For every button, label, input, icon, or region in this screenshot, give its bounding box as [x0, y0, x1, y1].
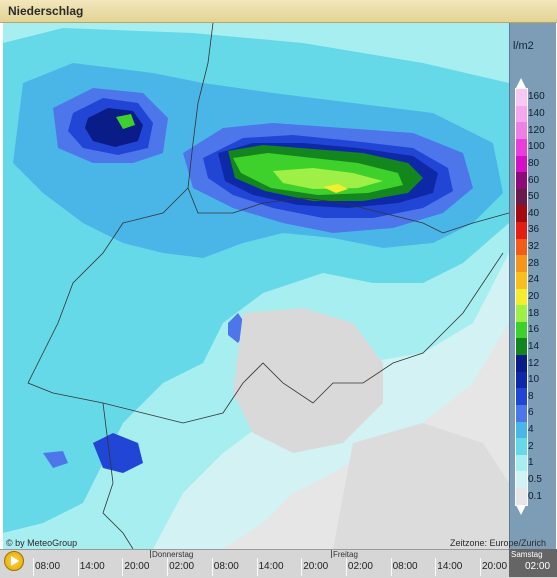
time-tick	[77, 558, 79, 576]
legend-swatch	[516, 188, 527, 206]
precipitation-map[interactable]	[3, 23, 509, 549]
legend-label: 80	[528, 157, 540, 169]
legend-swatch	[516, 471, 527, 488]
legend-label: 40	[528, 207, 540, 219]
time-tick	[122, 558, 124, 576]
credit-text: © by MeteoGroup	[6, 538, 78, 548]
legend-label: 36	[528, 224, 540, 236]
day-tick	[150, 550, 151, 558]
legend-unit: l/m2	[513, 40, 534, 52]
legend-swatch	[516, 371, 527, 389]
play-button[interactable]	[4, 551, 24, 571]
legend-swatch	[516, 438, 527, 455]
time-tick	[301, 558, 303, 576]
legend-label: 18	[528, 307, 540, 319]
legend-swatch	[516, 271, 527, 289]
time-tick	[345, 558, 347, 576]
legend-swatch	[516, 355, 527, 372]
legend-swatch	[516, 321, 527, 339]
legend-swatch	[516, 255, 527, 272]
legend-label: 14	[528, 340, 540, 352]
legend-swatch	[516, 89, 527, 106]
legend-swatch	[516, 155, 527, 173]
legend-swatch	[516, 305, 527, 322]
legend-arrow-up-icon	[516, 78, 526, 88]
legend-colorbar	[515, 88, 528, 506]
precipitation-map-svg	[3, 23, 509, 549]
legend-label: 120	[528, 124, 545, 136]
legend-swatch	[516, 488, 527, 505]
time-tick	[390, 558, 392, 576]
day-label: Donnerstag	[152, 550, 194, 559]
legend-swatch	[516, 205, 527, 222]
legend-swatch	[516, 338, 527, 355]
time-label[interactable]: 02:00	[169, 561, 194, 572]
legend-label: 100	[528, 141, 545, 153]
legend-label: 160	[528, 91, 545, 103]
current-time-label: 02:00	[525, 561, 551, 572]
time-label[interactable]: 02:00	[348, 561, 373, 572]
legend-label: 6	[528, 407, 534, 419]
timezone-text: Zeitzone: Europe/Zurich	[450, 538, 547, 548]
legend-swatch	[516, 222, 527, 239]
time-label[interactable]: 20:00	[482, 561, 507, 572]
legend-label: 12	[528, 357, 540, 369]
time-label[interactable]: 08:00	[393, 561, 418, 572]
time-tick	[435, 558, 437, 576]
time-tick	[211, 558, 213, 576]
legend-label: 32	[528, 241, 540, 253]
legend-swatch	[516, 404, 527, 422]
time-tick	[480, 558, 481, 576]
legend-swatch	[516, 421, 527, 439]
time-label[interactable]: 14:00	[80, 561, 105, 572]
day-label: Samstag	[511, 550, 543, 559]
legend-swatch	[516, 172, 527, 189]
legend-label: 60	[528, 174, 540, 186]
legend-label: 24	[528, 274, 540, 286]
legend-swatch	[516, 122, 527, 139]
title-bar: Niederschlag	[0, 0, 557, 23]
legend-label: 0.5	[528, 474, 542, 486]
legend-swatch	[516, 238, 527, 256]
legend-label: 8	[528, 390, 534, 402]
legend-swatch	[516, 388, 527, 405]
legend-label: 140	[528, 107, 545, 119]
legend-label: 20	[528, 291, 540, 302]
legend-swatch	[516, 105, 527, 123]
legend-swatch	[516, 138, 527, 156]
day-tick	[331, 550, 332, 558]
legend-label: 2	[528, 440, 534, 452]
time-label[interactable]: 20:00	[124, 561, 149, 572]
time-tick	[167, 558, 169, 576]
legend-label: 28	[528, 257, 540, 269]
time-label[interactable]: 20:00	[303, 561, 328, 572]
precipitation-widget: { "title": "Niederschlag", "legend": { "…	[0, 0, 557, 578]
legend-label: 4	[528, 424, 534, 436]
legend-label: 16	[528, 324, 540, 336]
time-tick	[33, 558, 34, 576]
time-label[interactable]: 08:00	[214, 561, 239, 572]
legend-swatch	[516, 288, 527, 306]
time-label[interactable]: 08:00	[35, 561, 60, 572]
time-label[interactable]: 14:00	[259, 561, 284, 572]
map-title: Niederschlag	[8, 4, 84, 18]
time-label[interactable]: 14:00	[437, 561, 462, 572]
legend-swatch	[516, 454, 527, 472]
time-tick	[256, 558, 258, 576]
legend-label: 0.1	[528, 490, 542, 502]
legend-label: 10	[528, 374, 540, 386]
legend-label: 1	[528, 457, 534, 469]
legend-label: 50	[528, 191, 540, 203]
legend-arrow-down-icon	[516, 505, 526, 515]
